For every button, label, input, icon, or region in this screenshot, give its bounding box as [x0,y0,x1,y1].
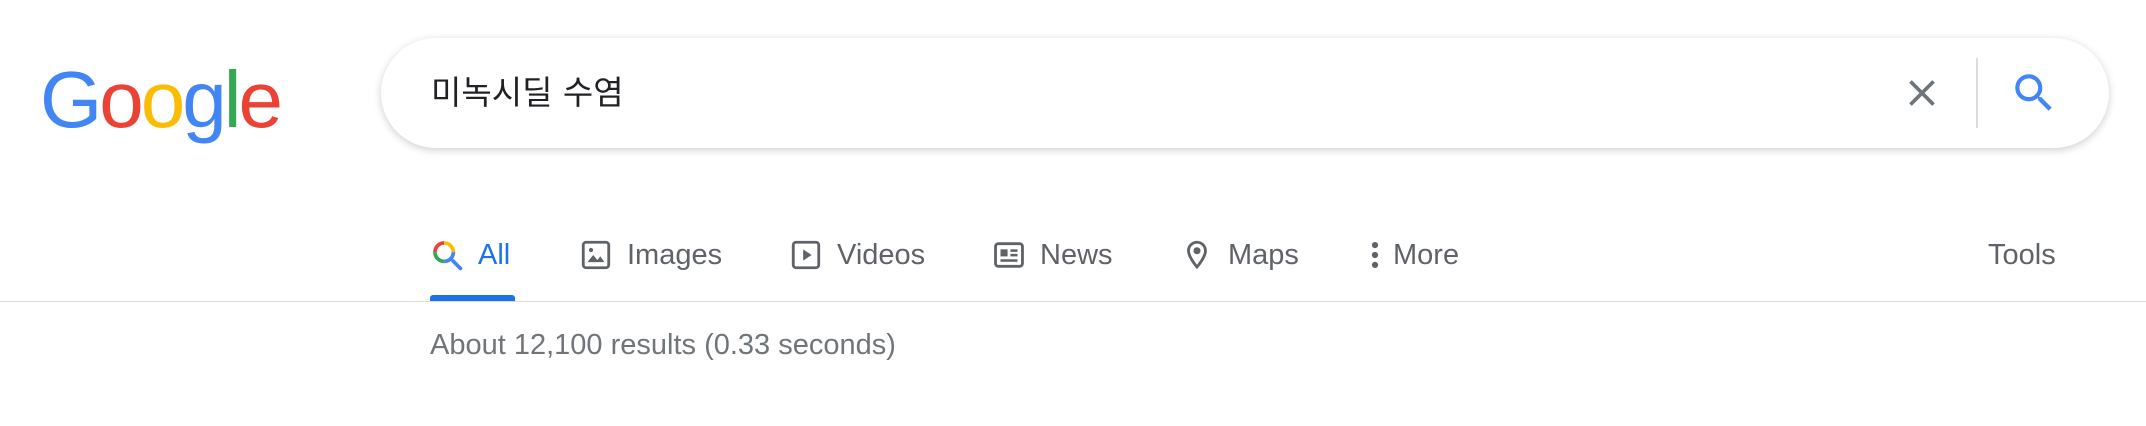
result-stats: About 12,100 results (0.33 seconds) [430,329,896,361]
logo-letter: e [238,55,283,144]
tools-button[interactable]: Tools [1988,210,2056,300]
tools-label: Tools [1988,238,2056,271]
tab-more[interactable]: More [1365,210,1459,300]
google-logo[interactable]: Google [40,55,283,144]
search-multicolor-icon [430,238,464,272]
logo-letter: l [223,55,242,144]
logo-letter: g [182,55,226,144]
tab-news[interactable]: News [992,210,1113,300]
tab-label: Videos [837,238,926,271]
map-pin-icon [1180,238,1214,272]
close-icon [1909,80,1935,106]
tab-label: More [1393,238,1460,271]
tab-label: Images [627,238,723,271]
play-icon [789,238,823,272]
tab-label: All [478,238,511,271]
tab-label: Maps [1228,238,1299,271]
tab-all[interactable]: All [430,210,510,300]
search-button[interactable] [2001,60,2067,126]
search-divider [1976,58,1978,128]
logo-letter: o [140,55,185,144]
tab-maps[interactable]: Maps [1180,210,1299,300]
clear-search-button[interactable] [1891,62,1953,124]
tabs-divider [0,301,2146,302]
image-icon [579,238,613,272]
search-input[interactable]: 미녹시딜 수염 [431,38,624,148]
tab-videos[interactable]: Videos [789,210,925,300]
tab-images[interactable]: Images [579,210,722,300]
more-vert-icon [1365,238,1385,272]
news-icon [992,238,1026,272]
search-icon [2015,74,2052,111]
logo-letter: G [40,55,102,144]
logo-letter: o [99,55,143,144]
search-box[interactable]: 미녹시딜 수염 [381,38,2109,148]
tab-label: News [1040,238,1113,271]
